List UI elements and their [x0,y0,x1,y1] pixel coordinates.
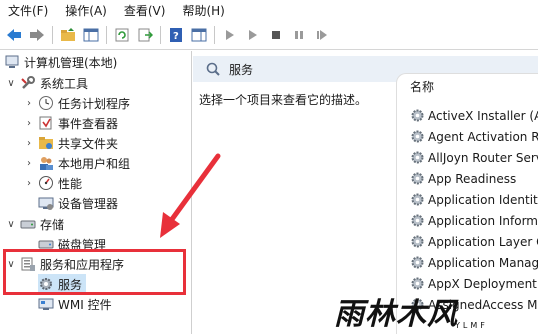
watermark-subtext: YLMF [455,321,488,330]
watermark-logo: 雨林木风 [334,297,458,332]
annotation-arrow [160,153,221,238]
